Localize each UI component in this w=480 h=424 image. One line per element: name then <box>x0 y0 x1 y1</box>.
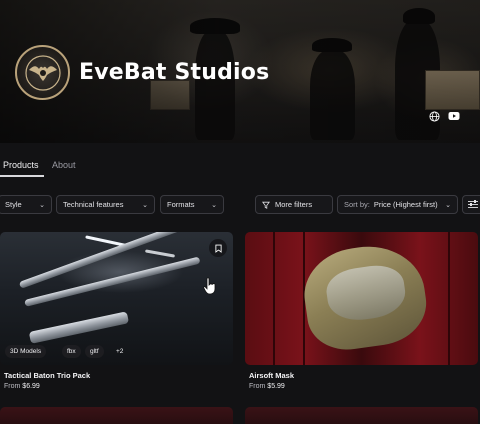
scene-locker <box>450 232 478 365</box>
funnel-icon <box>262 201 270 209</box>
profile-tabs: Products About <box>0 150 480 180</box>
scene-light <box>144 249 176 258</box>
technical-features-label: Technical features <box>63 200 124 209</box>
active-tab-indicator <box>0 175 44 177</box>
price-value: $6.99 <box>22 383 40 390</box>
product-thumbnail[interactable] <box>245 232 478 365</box>
chevron-down-icon: ⌄ <box>445 201 451 209</box>
youtube-icon <box>448 112 460 120</box>
banner-figure <box>310 50 355 140</box>
banner-figure <box>195 30 235 140</box>
globe-icon <box>428 110 440 122</box>
product-price: From $5.99 <box>249 383 478 390</box>
sort-dropdown[interactable]: Sort by: Price (Highest first) ⌄ <box>337 195 458 214</box>
sliders-icon <box>468 200 478 208</box>
more-filters-label: More filters <box>275 200 313 209</box>
format-tag: gltf <box>85 345 104 358</box>
chevron-down-icon: ⌄ <box>39 201 45 209</box>
baton-model <box>24 256 201 307</box>
product-card[interactable]: Airsoft Mask From $5.99 <box>245 232 478 390</box>
product-card-partial[interactable] <box>245 407 478 424</box>
banner-hat <box>190 18 240 34</box>
website-link[interactable] <box>423 105 445 127</box>
product-card[interactable]: 3D Models fbx gltf +2 Tactical Baton Tri… <box>0 232 233 390</box>
chevron-down-icon: ⌄ <box>211 201 217 209</box>
formats-dropdown[interactable]: Formats ⌄ <box>160 195 224 214</box>
bat-emblem-icon <box>24 54 61 91</box>
formats-label: Formats <box>167 200 195 209</box>
product-title[interactable]: Tactical Baton Trio Pack <box>4 371 233 380</box>
more-formats-tag: +2 <box>116 348 124 355</box>
style-filter-label: Style <box>5 200 22 209</box>
hand-cursor-icon <box>203 277 216 295</box>
scene-locker <box>245 232 275 365</box>
youtube-link[interactable] <box>443 105 465 127</box>
tab-products[interactable]: Products <box>3 160 39 170</box>
product-price: From $6.99 <box>4 383 233 390</box>
chevron-down-icon: ⌄ <box>142 201 148 209</box>
price-prefix: From <box>4 383 21 390</box>
banner-crate <box>425 70 480 110</box>
price-value: $5.99 <box>267 383 285 390</box>
bookmark-icon <box>214 244 222 253</box>
style-filter-dropdown[interactable]: Style ⌄ <box>0 195 52 214</box>
studio-logo[interactable] <box>15 45 70 100</box>
scene-locker <box>275 232 305 365</box>
technical-features-dropdown[interactable]: Technical features ⌄ <box>56 195 155 214</box>
banner-hat <box>403 8 435 24</box>
category-tag: 3D Models <box>5 345 47 358</box>
tab-about[interactable]: About <box>52 160 76 170</box>
sort-value: Price (Highest first) <box>373 200 438 209</box>
baton-handle <box>28 311 130 344</box>
banner-hat <box>312 38 352 52</box>
save-button[interactable] <box>209 239 227 257</box>
product-card-partial[interactable] <box>0 407 233 424</box>
studio-name: EveBat Studios <box>79 60 270 85</box>
view-settings-button[interactable] <box>462 195 480 214</box>
format-tag: fbx <box>62 345 81 358</box>
more-filters-button[interactable]: More filters <box>255 195 333 214</box>
product-title[interactable]: Airsoft Mask <box>249 371 478 380</box>
price-prefix: From <box>249 383 266 390</box>
sort-prefix: Sort by: <box>344 200 370 209</box>
product-thumbnail[interactable]: 3D Models fbx gltf +2 <box>0 232 233 365</box>
